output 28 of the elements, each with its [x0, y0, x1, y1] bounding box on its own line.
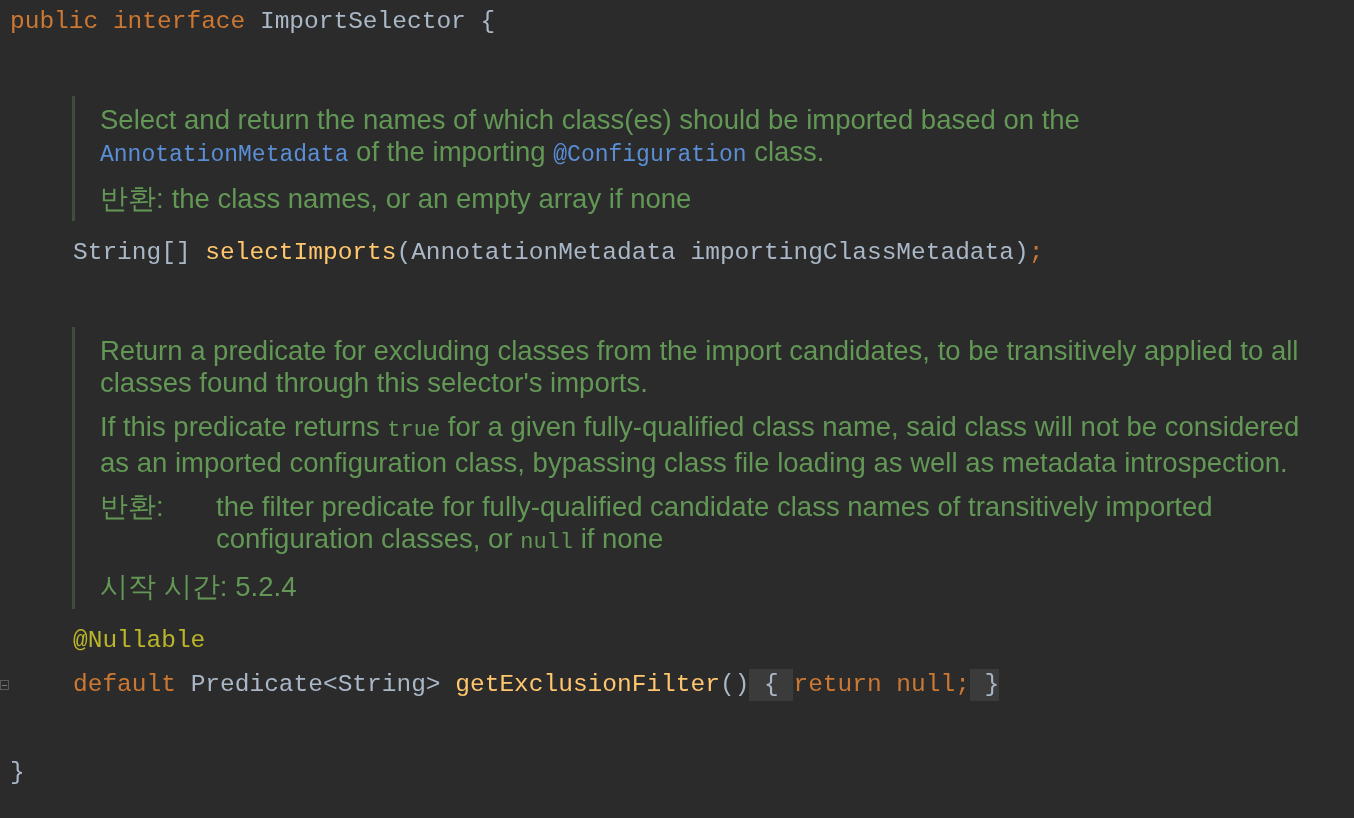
- doc-paragraph: If this predicate returns true for a given fully-qualified class name, said class will not be considered as an imported configuration class, bypassing class file loading as well as metadata introspection.: [100, 411, 1301, 479]
- code-token: @Nullable: [73, 625, 206, 656]
- code-token: }: [10, 757, 25, 788]
- code-token: getExclusionFilter: [455, 669, 720, 700]
- doc-tag-label: 반환:: [100, 183, 164, 215]
- code-token: Predicate<String>: [190, 669, 442, 700]
- folded-code-marker[interactable]: }: [969, 669, 1000, 701]
- doc-paragraph: Return a predicate for excluding classes from the import candidates, to be transitively applied to all classes found through this selector's imports.: [100, 335, 1300, 399]
- doc-tag-label: 반환:: [100, 491, 165, 524]
- doc-link[interactable]: AnnotationMetadata: [100, 142, 349, 168]
- code-token: (AnnotationMetadata importingClassMetadata): [396, 237, 1029, 268]
- code-token: String[]: [73, 237, 192, 268]
- doc-paragraph: Select and return the names of which class(es) should be imported based on the AnnotationMetadata of the importing @Configuration class.: [100, 104, 1081, 170]
- doc-tag-value: the filter predicate for fully-qualified candidate class names of transitively imported configuration classes, or null if none: [216, 491, 1214, 557]
- code-token: ;: [1028, 237, 1044, 268]
- doc-tag-label: 시작 시간:: [100, 571, 228, 603]
- doc-tag-value: 5.2.4: [235, 571, 297, 603]
- doc-tag-value: the class names, or an empty array if none: [171, 183, 692, 215]
- code-token: selectImports: [205, 237, 397, 268]
- code-token: interface: [112, 6, 247, 37]
- code-token: return null;: [793, 669, 970, 700]
- doc-link[interactable]: @Configuration: [553, 142, 747, 168]
- fold-icon[interactable]: [0, 680, 9, 690]
- folded-code-marker[interactable]: {: [749, 669, 794, 701]
- code-token: public: [10, 6, 100, 37]
- code-token: ImportSelector {: [259, 6, 496, 37]
- code-token: default: [73, 669, 177, 700]
- code-token: (): [719, 669, 750, 700]
